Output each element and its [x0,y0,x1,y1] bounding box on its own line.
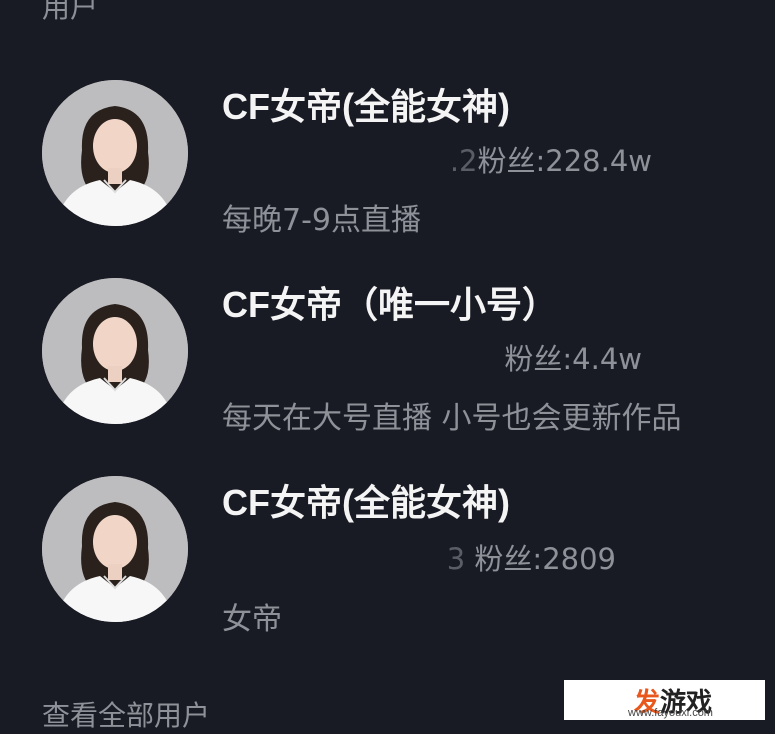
fans-count: 粉丝:4.4w [504,342,642,376]
user-name[interactable]: CF女帝(全能女神) [222,474,510,526]
user-result-1[interactable]: CF女帝(全能女神) .2粉丝:228.4w 每晚7-9点直播 [0,78,775,268]
user-result-3[interactable]: CF女帝(全能女神) 3 粉丝:2809 女帝 [0,474,775,664]
avatar-portrait-image [42,80,188,226]
user-description: 每天在大号直播 小号也会更新作品 [222,401,682,436]
user-meta: .2粉丝:228.4w [222,138,652,180]
watermark-logo: 发游戏 www.fayouxi.com [564,680,765,720]
user-meta: 粉丝:4.4w [222,336,642,378]
view-all-users-link[interactable]: 查看全部用户 [42,694,210,734]
fans-count: 粉丝:228.4w [477,144,652,178]
user-meta: 3 粉丝:2809 [222,536,616,578]
avatar-portrait-image [42,476,188,622]
blurred-id: 3 [446,542,466,576]
user-avatar[interactable] [42,476,188,622]
user-description: 每晚7-9点直播 [222,203,421,238]
watermark-url: www.fayouxi.com [628,707,713,719]
user-name[interactable]: CF女帝(全能女神) [222,78,510,130]
fans-count: 粉丝:2809 [474,542,616,576]
user-avatar[interactable] [42,278,188,424]
section-title: 用户 [42,0,99,24]
user-avatar[interactable] [42,80,188,226]
user-result-2[interactable]: CF女帝（唯一小号） 粉丝:4.4w 每天在大号直播 小号也会更新作品 [0,276,775,466]
user-description: 女帝 [222,602,282,637]
user-name[interactable]: CF女帝（唯一小号） [222,276,558,328]
avatar-portrait-image [42,278,188,424]
blurred-id: .2 [449,144,478,178]
